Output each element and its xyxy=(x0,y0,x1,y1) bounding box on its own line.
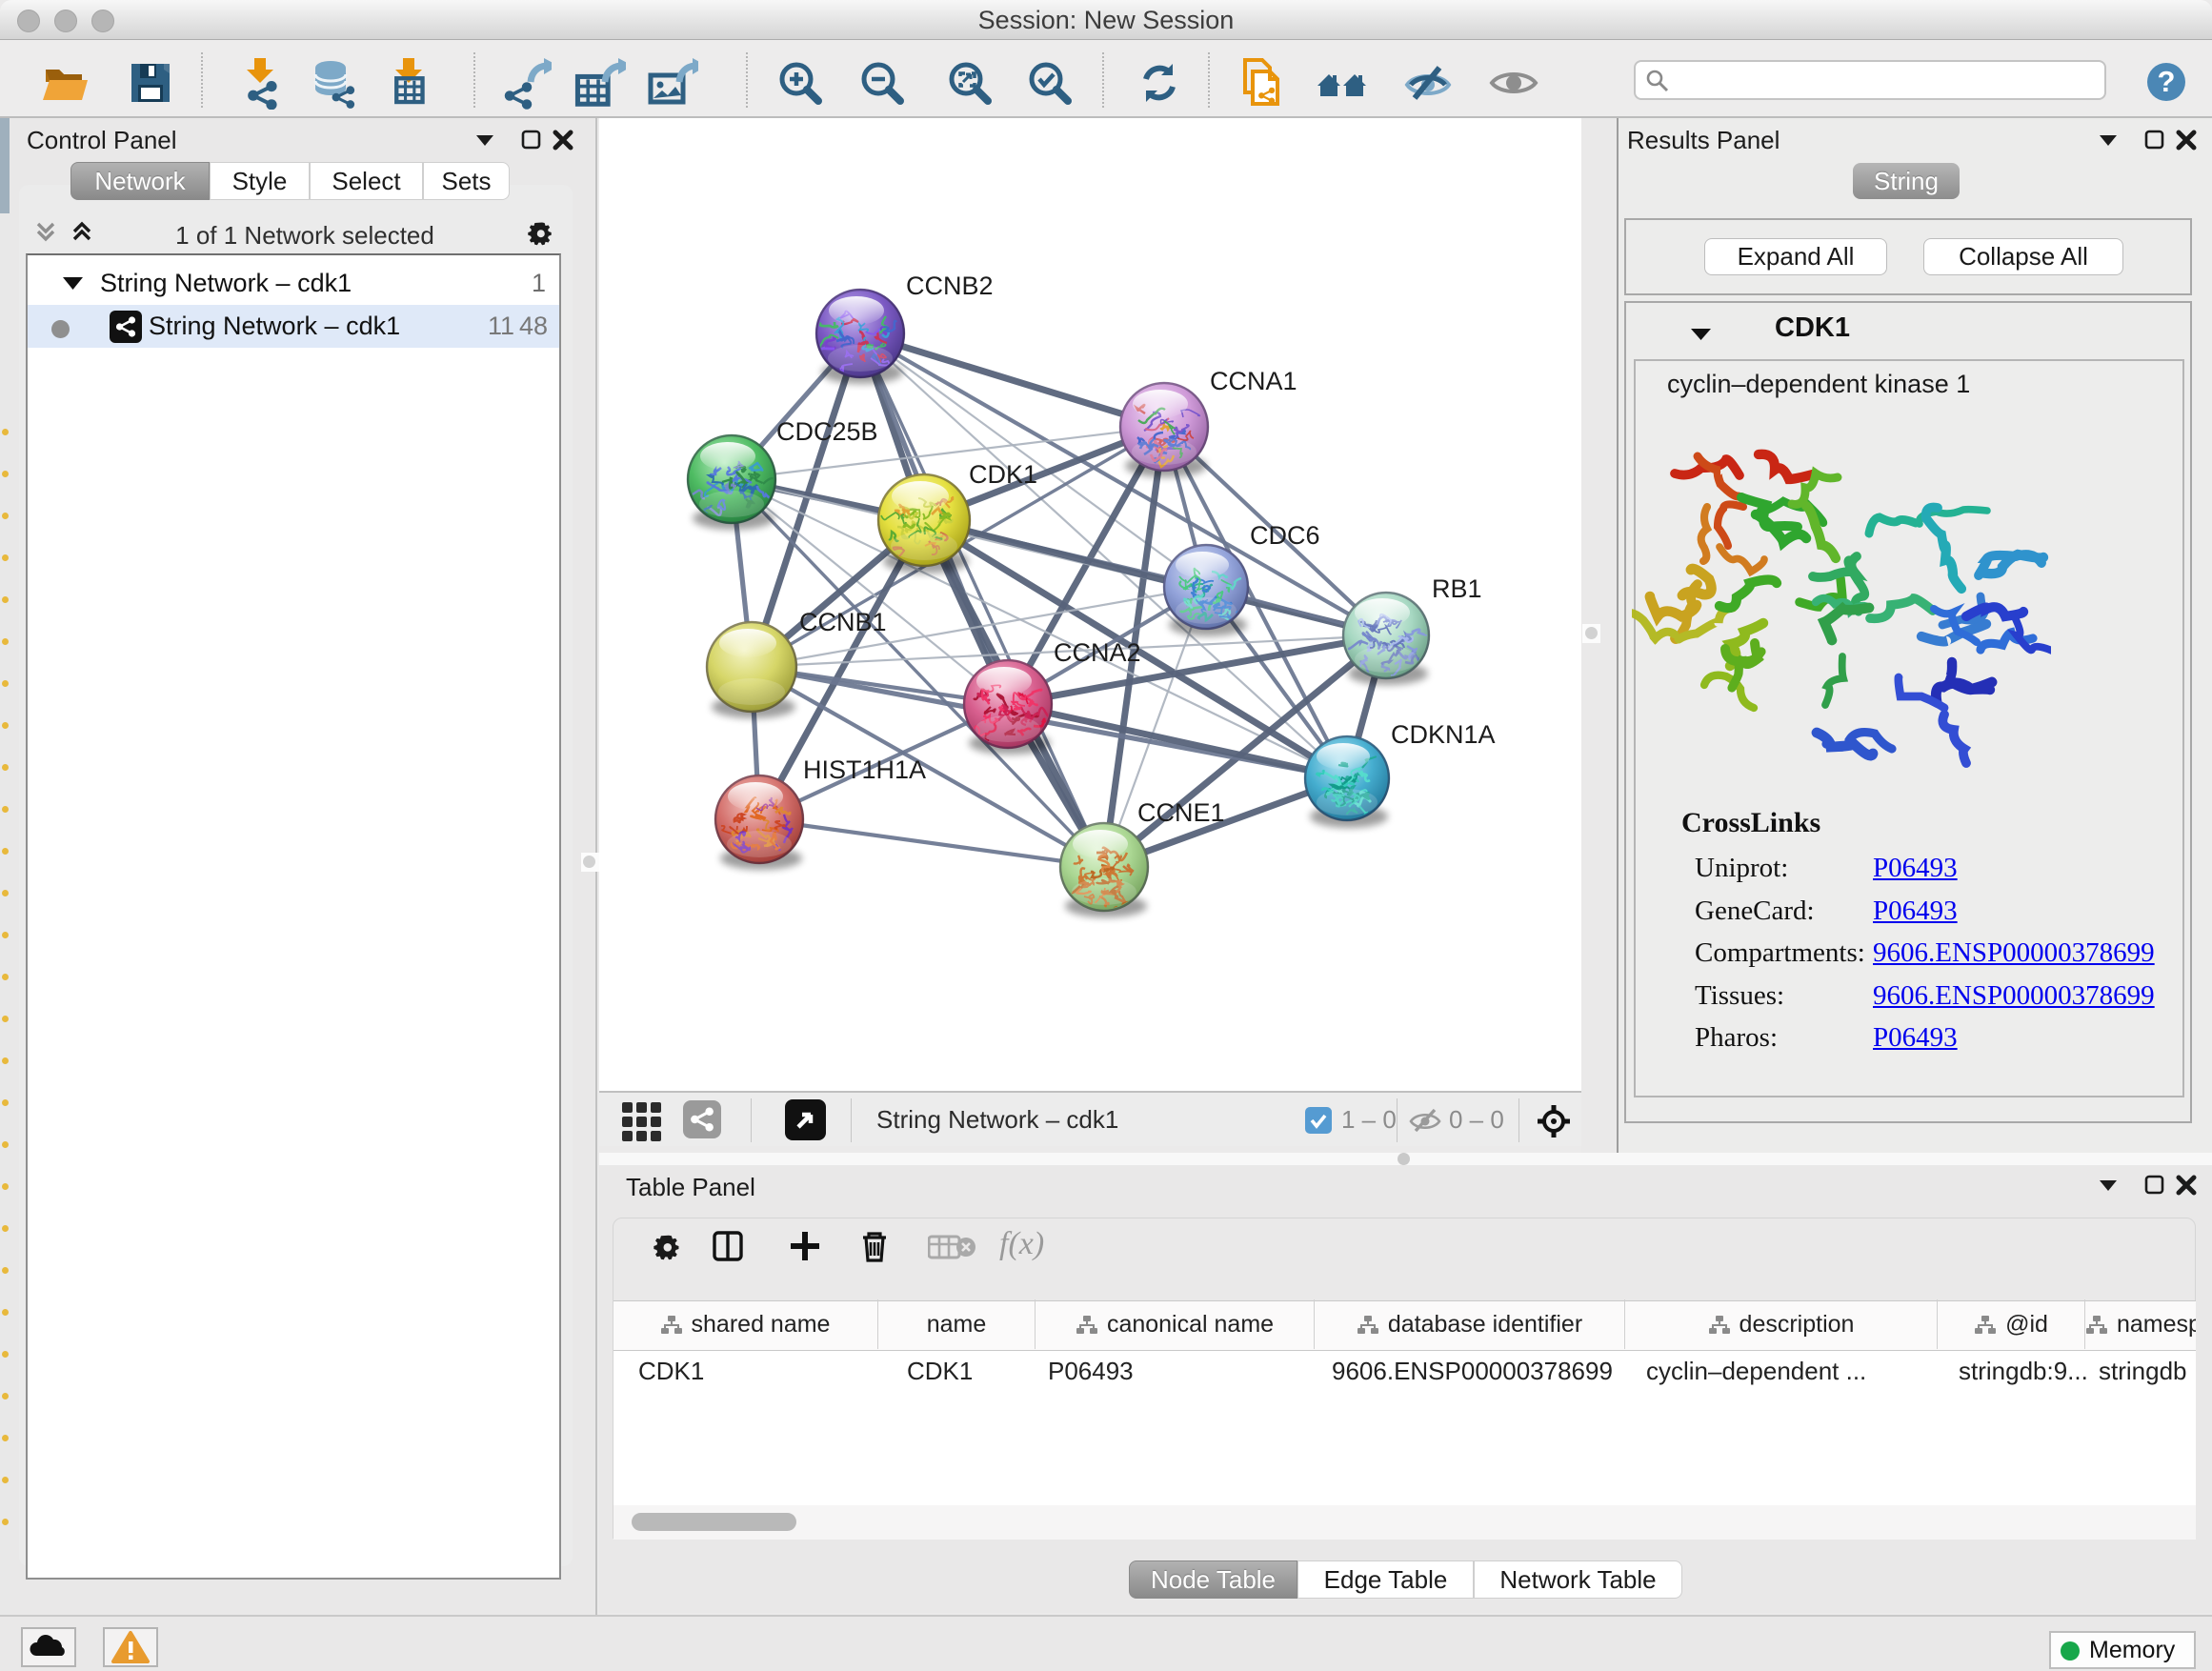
svg-text:RB1: RB1 xyxy=(1432,574,1482,603)
svg-text:CDC6: CDC6 xyxy=(1250,521,1320,550)
svg-text:CCNA1: CCNA1 xyxy=(1210,367,1297,395)
svg-text:CCNA2: CCNA2 xyxy=(1054,638,1141,667)
svg-text:HIST1H1A: HIST1H1A xyxy=(803,755,926,784)
svg-text:CDKN1A: CDKN1A xyxy=(1391,720,1496,749)
svg-text:CDK1: CDK1 xyxy=(969,460,1037,489)
svg-text:CCNB2: CCNB2 xyxy=(906,272,994,300)
svg-text:CCNE1: CCNE1 xyxy=(1137,798,1225,827)
svg-text:CDC25B: CDC25B xyxy=(776,417,878,446)
svg-text:CCNB1: CCNB1 xyxy=(799,608,887,636)
